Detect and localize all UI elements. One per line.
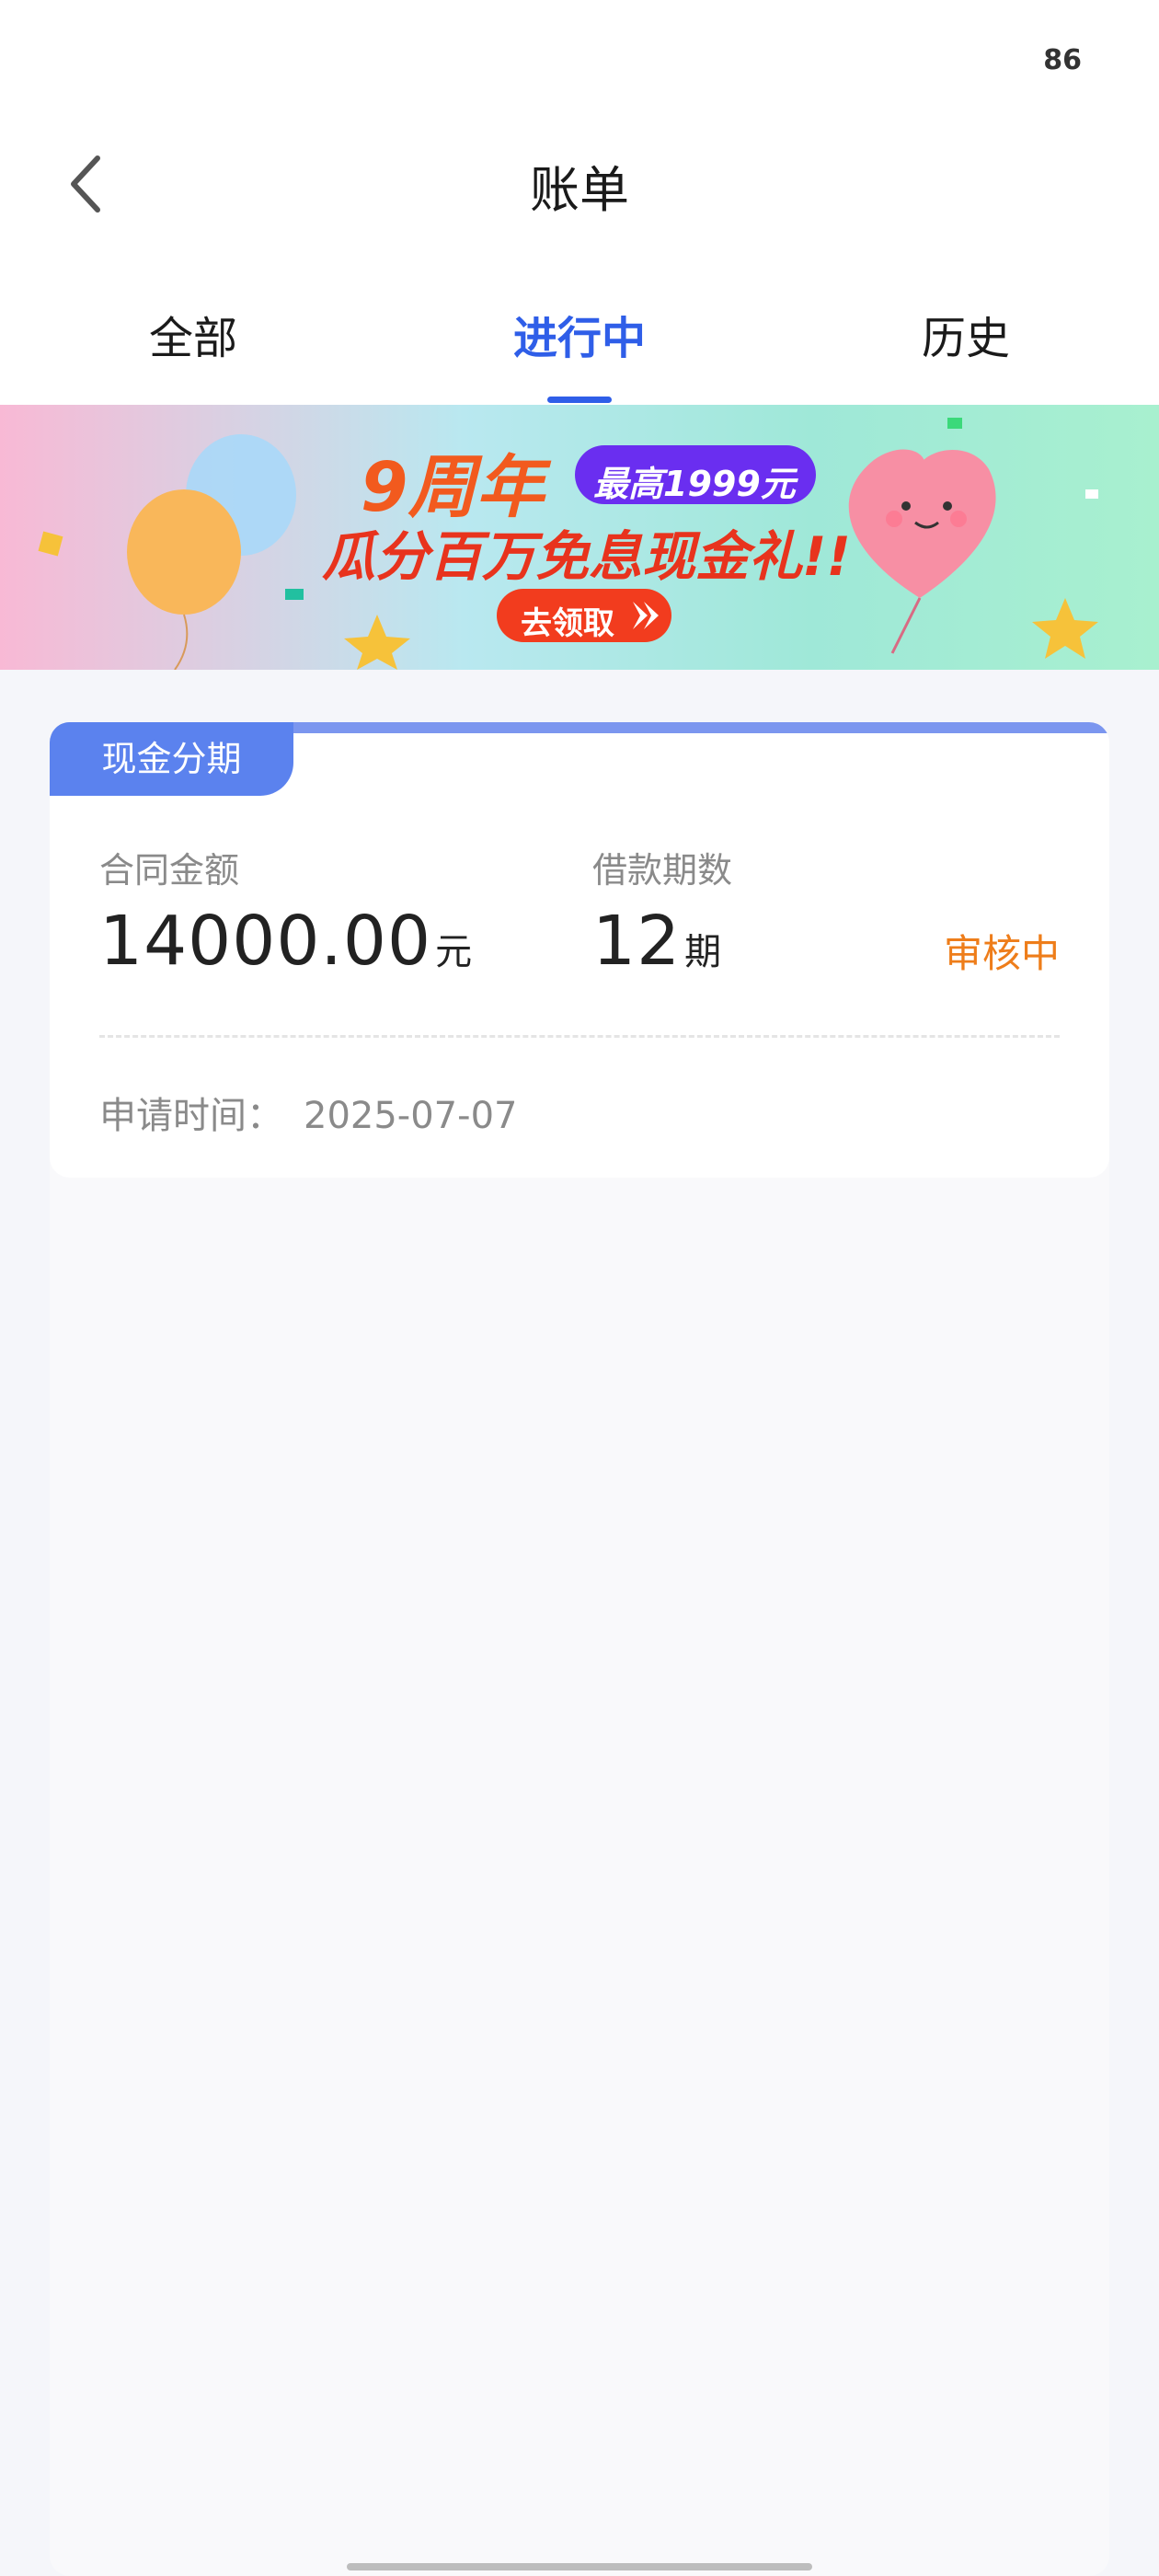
balloon-orange-icon	[127, 489, 241, 615]
contract-amount-value: 14000.00	[99, 902, 432, 981]
tab-bar: 全部 进行中 历史	[0, 239, 1159, 405]
product-tag: 现金分期	[50, 722, 293, 796]
banner-badge: 最高1999元	[593, 464, 796, 504]
battery-level: 86	[1043, 44, 1082, 76]
active-tab-indicator	[547, 397, 612, 403]
term: 12 期	[592, 902, 722, 981]
star-icon	[1032, 598, 1098, 659]
apply-time: 申请时间： 2025-07-07	[99, 1086, 517, 1139]
term-unit: 期	[684, 931, 723, 973]
contract-amount: 14000.00 元	[99, 902, 473, 981]
heart-balloon-icon	[848, 449, 996, 598]
tab-in-progress[interactable]: 进行中	[442, 302, 717, 366]
tab-history[interactable]: 历史	[828, 302, 1104, 366]
apply-time-label: 申请时间：	[99, 1095, 283, 1137]
contract-amount-unit: 元	[435, 931, 474, 973]
promo-banner[interactable]: 9周年 最高1999元 瓜分百万免息现金礼!! 去领取	[0, 405, 1159, 670]
status-bar: 86	[0, 0, 1159, 129]
term-value: 12	[592, 902, 682, 981]
apply-time-value: 2025-07-07	[304, 1095, 518, 1137]
dashed-divider	[99, 1035, 1060, 1038]
status-badge: 审核中	[943, 931, 1060, 976]
term-label: 借款期数	[592, 850, 733, 891]
tab-all[interactable]: 全部	[55, 302, 331, 366]
star-icon	[344, 615, 410, 670]
home-indicator[interactable]	[347, 2563, 812, 2570]
banner-cta-label: 去领取	[521, 605, 614, 642]
contract-amount-label: 合同金额	[99, 850, 240, 891]
banner-subline: 瓜分百万免息现金礼!!	[322, 525, 851, 588]
page-title: 账单	[530, 161, 629, 219]
bill-card[interactable]: 现金分期 合同金额 14000.00 元 借款期数 12 期 审核中 申请时间： 20…	[50, 722, 1109, 1178]
header: 账单	[0, 129, 1159, 239]
